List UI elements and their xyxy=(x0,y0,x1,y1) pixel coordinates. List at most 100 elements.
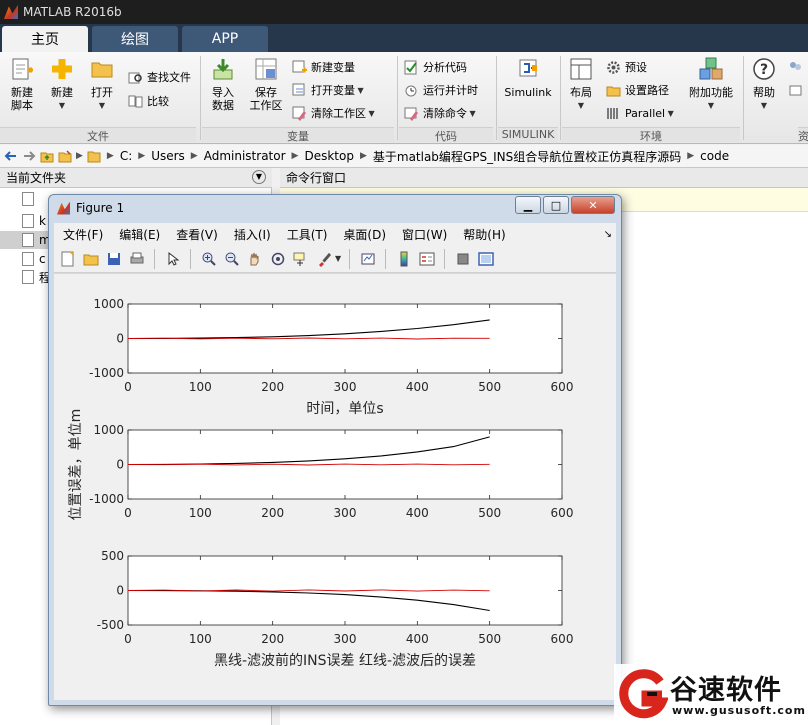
minimize-button[interactable]: ▁ xyxy=(515,196,541,214)
current-folder-address-bar[interactable]: ▶ ▶ C: ▶ Users ▶ Administrator ▶ Desktop… xyxy=(0,145,808,168)
x-tick-label: 400 xyxy=(406,632,429,646)
zoom-in-button[interactable] xyxy=(200,250,218,268)
menu-view[interactable]: 查看(V) xyxy=(167,226,218,243)
path-segment-drive[interactable]: C: xyxy=(114,149,138,163)
x-tick-label: 400 xyxy=(406,506,429,520)
show-plot-tools-icon xyxy=(478,251,494,266)
data-cursor-button[interactable] xyxy=(292,250,310,268)
show-plot-tools-button[interactable] xyxy=(477,250,495,268)
maximize-button[interactable]: □ xyxy=(543,196,569,214)
menu-file[interactable]: 文件(F) xyxy=(54,226,103,243)
x-tick-label: 600 xyxy=(551,632,574,646)
help-button[interactable]: ? 帮助 ▼ xyxy=(750,56,778,112)
open-label: 打开 xyxy=(91,86,113,99)
pan-button[interactable] xyxy=(246,250,264,268)
menu-edit[interactable]: 编辑(E) xyxy=(110,226,160,243)
save-figure-button[interactable] xyxy=(105,250,123,268)
new-button[interactable]: 新建 ▼ xyxy=(46,56,78,112)
compare-button[interactable]: 比较 xyxy=(128,92,169,110)
help-label: 帮助 xyxy=(753,86,775,99)
y-tick-label: -500 xyxy=(97,618,124,632)
rotate-3d-button[interactable] xyxy=(269,250,287,268)
open-variable-button[interactable]: 打开变量 ▼ xyxy=(292,81,364,99)
matlab-logo-icon xyxy=(57,201,70,215)
x-tick-label: 0 xyxy=(124,380,132,394)
community-button[interactable] xyxy=(788,58,807,76)
print-figure-button[interactable] xyxy=(128,250,146,268)
new-variable-button[interactable]: 新建变量 xyxy=(292,58,355,76)
tab-plots[interactable]: 绘图 xyxy=(92,26,178,52)
preferences-label: 预设 xyxy=(625,61,647,74)
figure-window[interactable]: Figure 1 ▁ □ ✕ 文件(F) 编辑(E) 查看(V) 插入(I) 工… xyxy=(48,194,622,706)
parallel-button[interactable]: Parallel ▼ xyxy=(606,104,674,122)
panel-options-icon[interactable]: ▼ xyxy=(252,170,266,184)
layout-button[interactable]: 布局 ▼ xyxy=(566,56,596,112)
menu-desktop[interactable]: 桌面(D) xyxy=(334,226,386,243)
preferences-button[interactable]: 预设 xyxy=(606,58,647,76)
x-tick-label: 100 xyxy=(189,632,212,646)
up-folder-icon[interactable] xyxy=(40,149,54,163)
toolbar-separator xyxy=(349,248,351,269)
subplots[interactable]: 0 100 200 300 400 500 600-100001000时间，单位s0 100 2… xyxy=(54,274,616,700)
simulink-button[interactable]: Simulink xyxy=(502,56,554,99)
save-workspace-button[interactable]: 保存 工作区 xyxy=(246,56,286,112)
figure-title: Figure 1 xyxy=(76,201,125,215)
maximize-icon: □ xyxy=(550,198,562,212)
hide-plot-tools-button[interactable] xyxy=(454,250,472,268)
brush-dropdown-caret[interactable]: ▼ xyxy=(335,254,341,263)
clear-workspace-button[interactable]: 清除工作区 ▼ xyxy=(292,104,375,122)
x-axis-label: 黑线-滤波前的INS误差 红线-滤波后的误差 xyxy=(214,652,476,669)
run-and-time-button[interactable]: 运行并计时 xyxy=(404,81,478,99)
new-script-button[interactable]: 新建 脚本 xyxy=(6,56,38,112)
new-variable-label: 新建变量 xyxy=(311,61,355,74)
open-file-button[interactable] xyxy=(82,250,100,268)
menu-window[interactable]: 窗口(W) xyxy=(393,226,447,243)
find-files-icon xyxy=(128,72,142,83)
code-group-label: 代码 xyxy=(399,127,493,143)
add-ons-button[interactable]: 附加功能 ▼ xyxy=(688,56,734,112)
request-support-button[interactable] xyxy=(788,81,807,99)
menu-help[interactable]: 帮助(H) xyxy=(454,226,505,243)
clear-commands-button[interactable]: 清除命令 ▼ xyxy=(404,104,476,122)
clear-commands-icon xyxy=(404,107,418,121)
x-tick-label: 200 xyxy=(261,632,284,646)
edit-plot-button[interactable] xyxy=(164,250,182,268)
analyze-code-button[interactable]: 分析代码 xyxy=(404,58,467,76)
set-path-button[interactable]: 设置路径 xyxy=(606,81,669,99)
dock-arrow-icon[interactable]: ↘ xyxy=(604,229,612,240)
x-tick-label: 0 xyxy=(124,632,132,646)
brush-button[interactable] xyxy=(315,250,333,268)
close-button[interactable]: ✕ xyxy=(571,196,615,214)
ribbon-separator xyxy=(743,56,744,140)
open-button[interactable]: 打开 ▼ xyxy=(86,56,118,112)
path-segment-code[interactable]: code xyxy=(694,149,735,163)
menu-insert[interactable]: 插入(I) xyxy=(225,226,271,243)
analyze-code-label: 分析代码 xyxy=(423,61,467,74)
tab-home[interactable]: 主页 xyxy=(2,26,88,52)
zoom-out-button[interactable] xyxy=(223,250,241,268)
figure-canvas[interactable]: 0 100 200 300 400 500 600 -1000 0 1000 时间，单位s 0 100 2… xyxy=(54,274,616,700)
menu-tools[interactable]: 工具(T) xyxy=(278,226,328,243)
browse-folder-icon[interactable] xyxy=(58,149,72,163)
path-segment-user[interactable]: Administrator xyxy=(198,149,292,163)
find-files-label: 查找文件 xyxy=(147,71,191,84)
open-dropdown-caret: ▼ xyxy=(98,101,106,110)
watermark: 谷速软件 www.gususoft.com xyxy=(614,664,808,725)
insert-colorbar-button[interactable] xyxy=(395,250,413,268)
file-icon xyxy=(22,233,34,247)
forward-arrow-icon[interactable] xyxy=(22,149,36,163)
path-segment-desktop[interactable]: Desktop xyxy=(298,149,360,163)
path-segment-users[interactable]: Users xyxy=(145,149,191,163)
new-figure-button[interactable] xyxy=(59,250,77,268)
tab-apps[interactable]: APP xyxy=(182,26,268,52)
new-variable-icon xyxy=(292,60,307,72)
printer-icon xyxy=(130,252,144,263)
y-tick-label: -1000 xyxy=(89,492,124,506)
insert-legend-button[interactable] xyxy=(418,250,436,268)
find-files-button[interactable]: 查找文件 xyxy=(128,68,191,86)
import-data-button[interactable]: 导入 数据 xyxy=(206,56,240,112)
back-arrow-icon[interactable] xyxy=(4,149,18,163)
save-disk-icon xyxy=(108,252,120,265)
link-plot-button[interactable] xyxy=(359,250,377,268)
path-segment-project[interactable]: 基于matlab编程GPS_INS组合导航位置校正仿真程序源码 xyxy=(367,148,687,165)
